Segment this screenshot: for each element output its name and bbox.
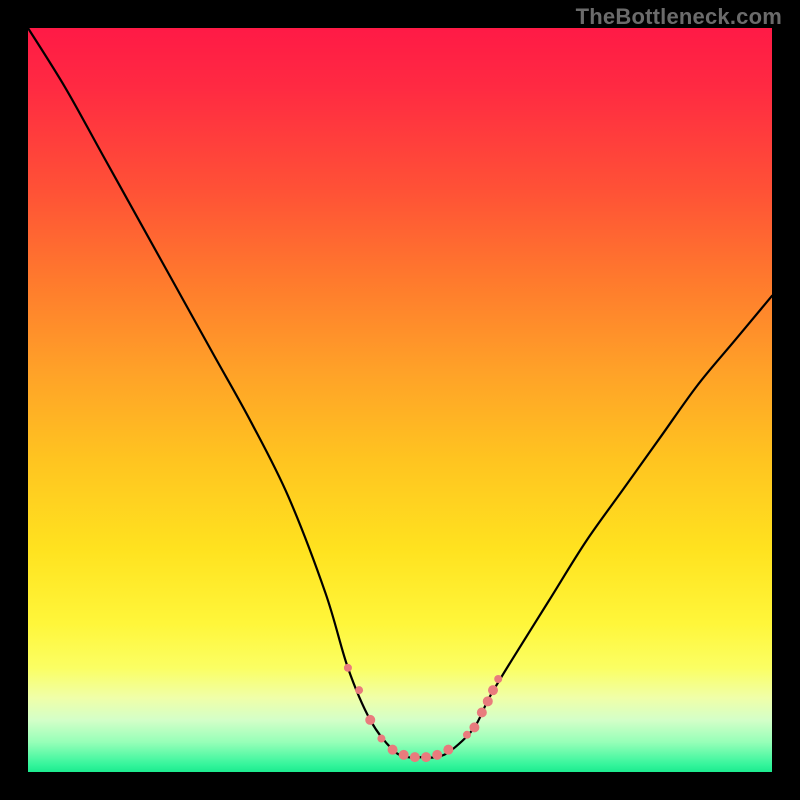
curve-marker (483, 696, 493, 706)
curve-marker (432, 750, 442, 760)
curve-marker (355, 686, 363, 694)
curve-marker (477, 707, 487, 717)
bottleneck-curve (28, 28, 772, 758)
curve-marker (377, 735, 385, 743)
curve-marker (344, 664, 352, 672)
curve-marker (421, 752, 431, 762)
curve-marker (410, 752, 420, 762)
curve-marker (388, 745, 398, 755)
curve-marker (469, 722, 479, 732)
chart-frame: TheBottleneck.com (0, 0, 800, 800)
curve-marker (488, 685, 498, 695)
curve-marker (365, 715, 375, 725)
curve-marker (494, 675, 502, 683)
curve-layer (28, 28, 772, 772)
watermark-text: TheBottleneck.com (576, 4, 782, 30)
curve-marker (443, 745, 453, 755)
curve-marker (463, 731, 471, 739)
curve-marker (399, 750, 409, 760)
plot-area (28, 28, 772, 772)
